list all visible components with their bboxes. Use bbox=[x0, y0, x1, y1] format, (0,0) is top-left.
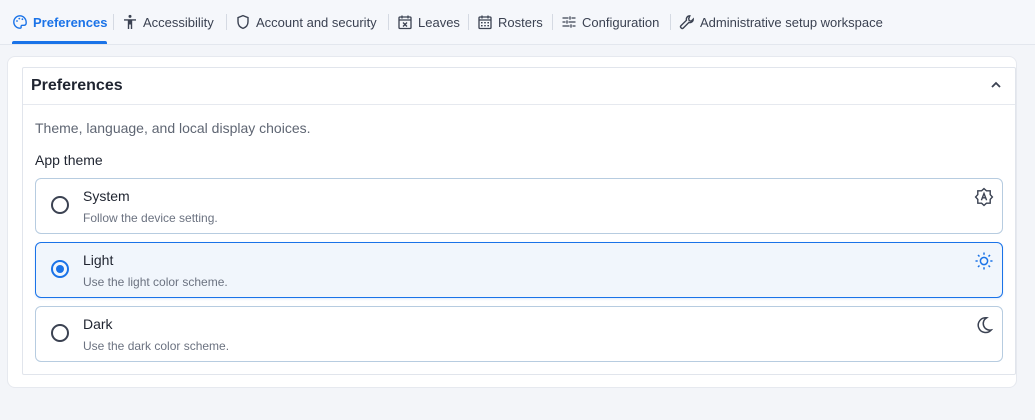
palette-icon bbox=[12, 14, 28, 30]
tab-bar: Preferences Accessibility Account and se… bbox=[0, 0, 1035, 45]
option-subtitle: Follow the device setting. bbox=[83, 211, 218, 225]
tab-divider bbox=[468, 14, 469, 30]
tab-rosters[interactable]: Rosters bbox=[477, 0, 543, 44]
preferences-panel: Preferences Theme, language, and local d… bbox=[22, 67, 1016, 375]
accessibility-icon bbox=[122, 14, 138, 30]
theme-option-system[interactable]: System Follow the device setting. bbox=[35, 178, 1003, 234]
tab-label: Preferences bbox=[33, 14, 108, 30]
radio-button[interactable] bbox=[51, 196, 69, 214]
tab-divider bbox=[388, 14, 389, 30]
wrench-icon bbox=[679, 14, 695, 30]
panel-title: Preferences bbox=[31, 77, 123, 94]
tab-label: Accessibility bbox=[143, 14, 214, 30]
tab-accessibility[interactable]: Accessibility bbox=[122, 0, 214, 44]
tab-label: Administrative setup workspace bbox=[700, 14, 883, 30]
sun-icon bbox=[974, 251, 994, 271]
tab-account-security[interactable]: Account and security bbox=[235, 0, 377, 44]
tab-divider bbox=[552, 14, 553, 30]
sliders-icon bbox=[561, 14, 577, 30]
auto-brightness-icon bbox=[974, 187, 994, 207]
radio-button[interactable] bbox=[51, 260, 69, 278]
option-subtitle: Use the light color scheme. bbox=[83, 275, 228, 289]
calendar-grid-icon bbox=[477, 14, 493, 30]
option-title: Dark bbox=[83, 316, 113, 332]
panel-header[interactable]: Preferences bbox=[23, 68, 1015, 105]
tab-label: Leaves bbox=[418, 14, 460, 30]
tab-administrative-setup[interactable]: Administrative setup workspace bbox=[679, 0, 883, 44]
theme-option-dark[interactable]: Dark Use the dark color scheme. bbox=[35, 306, 1003, 362]
tab-divider bbox=[113, 14, 114, 30]
calendar-x-icon bbox=[397, 14, 413, 30]
chevron-up-icon[interactable] bbox=[989, 78, 1003, 92]
radio-button[interactable] bbox=[51, 324, 69, 342]
tab-label: Configuration bbox=[582, 14, 660, 30]
tab-label: Account and security bbox=[256, 14, 377, 30]
shield-icon bbox=[235, 14, 251, 30]
option-title: System bbox=[83, 188, 130, 204]
theme-option-light[interactable]: Light Use the light color scheme. bbox=[35, 242, 1003, 298]
tab-divider bbox=[226, 14, 227, 30]
tab-preferences[interactable]: Preferences bbox=[12, 0, 108, 44]
tab-divider bbox=[670, 14, 671, 30]
tab-label: Rosters bbox=[498, 14, 543, 30]
option-subtitle: Use the dark color scheme. bbox=[83, 339, 230, 353]
app-theme-label: App theme bbox=[35, 152, 103, 168]
tab-leaves[interactable]: Leaves bbox=[397, 0, 460, 44]
option-title: Light bbox=[83, 252, 114, 268]
tab-configuration[interactable]: Configuration bbox=[561, 0, 659, 44]
moon-icon bbox=[974, 315, 994, 335]
panel-description: Theme, language, and local display choic… bbox=[35, 120, 311, 136]
